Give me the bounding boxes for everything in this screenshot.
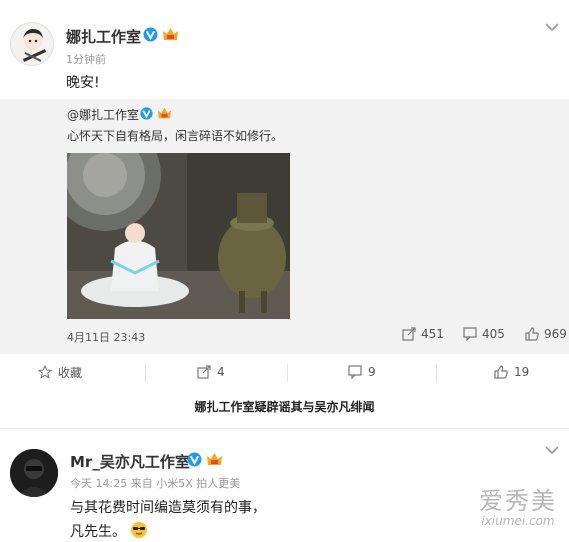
repost-username[interactable]: @娜扎工作室 — [67, 106, 139, 123]
thumbs-up-icon — [494, 365, 508, 379]
share-icon — [402, 327, 416, 341]
repost-text: 心怀天下自有格局，闲言碎语不如修行。 — [67, 129, 284, 143]
comment-count-value: 405 — [482, 327, 505, 341]
divider — [436, 364, 437, 382]
like-button[interactable]: 19 — [494, 354, 529, 390]
post-header: 娜扎工作室 1分钟前 晚安! — [0, 0, 569, 100]
verified-icon — [143, 27, 158, 42]
action-bar: 收藏 4 9 19 — [0, 354, 569, 390]
post-photo[interactable] — [67, 153, 290, 319]
favorite-label: 收藏 — [58, 365, 83, 380]
second-post: Mr_吴亦凡工作室 今天 14:25 来自 小米5X 拍人更美 与其花费时间编造… — [0, 428, 569, 542]
watermark-en: ixiumei.com — [481, 514, 555, 528]
chevron-down-icon[interactable] — [545, 22, 559, 32]
vip-crown-icon — [163, 28, 178, 40]
repost-card[interactable]: @娜扎工作室 心怀天下自有格局，闲言碎语不如修行。 4月11日 23:43 45… — [0, 99, 569, 354]
star-icon — [38, 365, 52, 379]
vip-crown-icon — [158, 107, 171, 119]
comment-count[interactable]: 405 — [463, 327, 505, 341]
comment-icon — [348, 365, 362, 379]
thumbs-up-icon — [525, 327, 539, 341]
post-text-line2: 凡先生。 — [70, 521, 148, 541]
verified-icon — [187, 452, 202, 467]
post-text-line1: 与其花费时间编造莫须有的事， — [70, 500, 266, 516]
verified-icon — [140, 107, 153, 120]
vip-crown-icon — [207, 453, 222, 465]
cool-emoji-icon — [131, 522, 148, 538]
post-meta: 今天 14:25 来自 小米5X 拍人更美 — [70, 477, 241, 490]
post-text-line2-label: 凡先生。 — [70, 524, 126, 540]
share-icon — [197, 365, 211, 379]
repost-date: 4月11日 23:43 — [67, 331, 146, 344]
article-caption: 娜扎工作室疑辟谣其与吴亦凡绯闻 — [194, 400, 375, 414]
watermark: 爱秀美 ixiumei.com — [479, 481, 557, 528]
like-count[interactable]: 969 — [525, 327, 567, 341]
watermark-cn: 爱秀美 — [479, 487, 557, 515]
repost-button-count: 4 — [217, 365, 225, 379]
comment-icon — [463, 327, 477, 341]
like-button-count: 19 — [514, 365, 530, 379]
repost-username-label: @娜扎工作室 — [67, 108, 140, 122]
username[interactable]: Mr_吴亦凡工作室 — [70, 451, 190, 472]
like-count-value: 969 — [544, 327, 567, 341]
post-text: 晚安! — [66, 75, 100, 91]
comment-button[interactable]: 9 — [348, 354, 376, 390]
favorite-button[interactable]: 收藏 — [38, 354, 82, 390]
repost-button[interactable]: 4 — [197, 354, 225, 390]
repost-count-value: 451 — [421, 327, 444, 341]
user-avatar[interactable] — [10, 449, 58, 497]
comment-button-count: 9 — [368, 365, 376, 379]
chevron-down-icon[interactable] — [545, 445, 559, 455]
repost-count[interactable]: 451 — [402, 327, 444, 341]
divider — [287, 364, 288, 382]
user-avatar[interactable] — [10, 22, 54, 66]
username[interactable]: 娜扎工作室 — [66, 26, 141, 47]
divider — [145, 364, 146, 382]
post-time: 1分钟前 — [66, 53, 106, 66]
